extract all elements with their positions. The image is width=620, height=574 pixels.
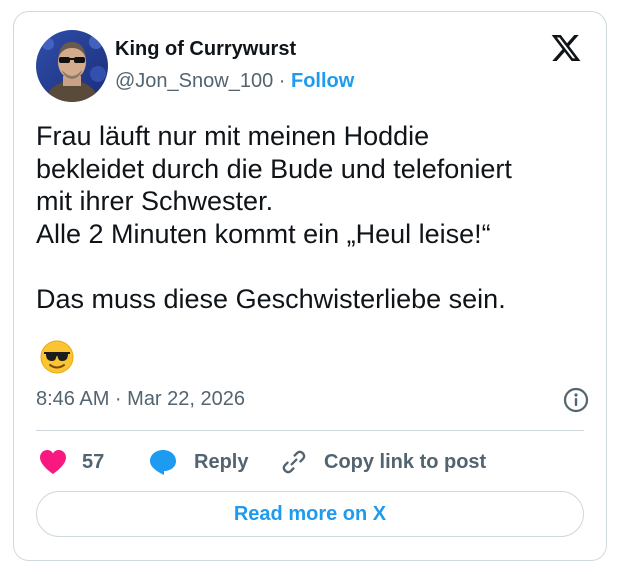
read-more-button[interactable]: Read more on X — [36, 491, 584, 537]
author-handle[interactable]: @Jon_Snow_100 — [115, 70, 273, 92]
tweet-text: Frau läuft nur mit meinen Hoddie bekleid… — [36, 120, 592, 315]
tweet-text-line: Alle 2 Minuten kommt ein „Heul leise!“ — [36, 218, 491, 249]
copy-link-label: Copy link to post — [324, 450, 487, 473]
avatar-image — [36, 30, 108, 102]
divider — [36, 430, 584, 431]
tweet-text-line: Frau läuft nur mit meinen Hoddie — [36, 121, 430, 151]
separator-dot: · — [273, 70, 291, 92]
info-icon[interactable] — [562, 386, 590, 414]
tweet-card: King of Currywurst @Jon_Snow_100 · Follo… — [13, 11, 607, 561]
like-button[interactable]: 57 — [38, 448, 104, 476]
tweet-timestamp[interactable]: 8:46 AM · Mar 22, 2026 — [36, 388, 245, 411]
follow-button[interactable]: Follow — [291, 70, 354, 92]
author-handle-row: @Jon_Snow_100 · Follow — [115, 70, 354, 93]
tweet-text-line: mit ihrer Schwester. — [36, 186, 274, 216]
tweet-text-line: bekleidet durch die Bude und telefoniert — [36, 153, 512, 184]
like-count: 57 — [82, 450, 105, 473]
heart-icon — [40, 450, 66, 474]
x-logo-icon[interactable] — [550, 32, 582, 64]
tweet-text-line — [36, 250, 592, 283]
link-icon — [282, 450, 306, 474]
reply-bubble-icon — [150, 450, 176, 475]
copy-link-button[interactable]: Copy link to post — [280, 448, 486, 476]
reply-button[interactable]: Reply — [148, 448, 248, 476]
author-name[interactable]: King of Currywurst — [115, 38, 296, 61]
reply-label: Reply — [194, 450, 249, 473]
tweet-text-line: Das muss diese Geschwisterliebe sein. — [36, 283, 506, 314]
author-avatar[interactable] — [36, 30, 108, 102]
sunglasses-emoji-icon — [40, 340, 74, 374]
